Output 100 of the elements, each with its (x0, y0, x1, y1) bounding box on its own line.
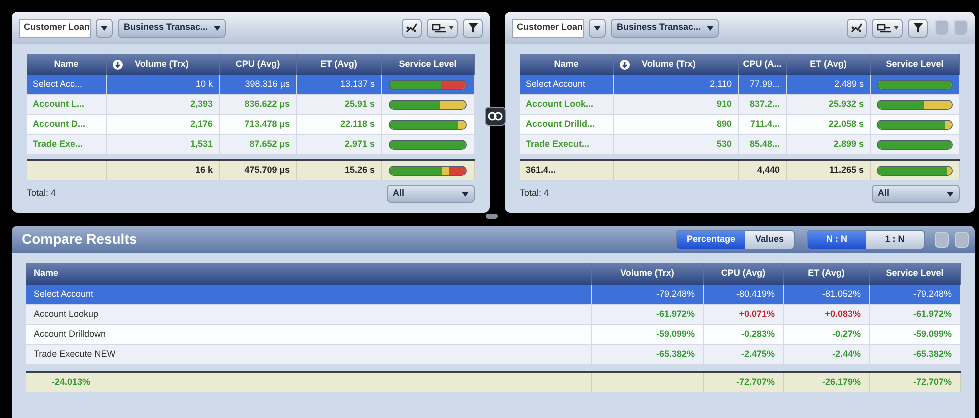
table-cell: -59.099% (592, 325, 704, 344)
table-cell: Account Drilld... (520, 115, 614, 134)
table-cell: Trade Execut... (520, 135, 614, 154)
caret-icon (448, 26, 454, 30)
table-row[interactable]: Account Drilldown -59.099% -0.283% -0.27% -59.099% (26, 325, 961, 345)
table-row[interactable]: Trade Exe... 1,531 87.652 µs 2.971 s (27, 135, 475, 155)
table-cell: 22.058 s (787, 115, 871, 134)
name-field[interactable]: Customer Loan (512, 18, 584, 38)
table-cell: +0.071% (704, 305, 784, 324)
table-cell: -0.283% (704, 325, 784, 344)
total-cell: 15.26 s (297, 161, 382, 180)
total-cell: -72.707% (870, 373, 961, 392)
total-cell: 475.709 µs (220, 161, 297, 180)
panel-title: Compare Results (22, 230, 138, 249)
total-cell: 4,440 (739, 161, 787, 180)
table-cell: -79.248% (592, 285, 704, 304)
table-cell: 25.932 s (787, 95, 871, 114)
resize-handle-icon[interactable] (486, 214, 498, 219)
total-cell: -24.013% (26, 373, 592, 392)
table-row[interactable]: Account D... 2,176 713.478 µs 22.118 s (27, 115, 475, 135)
caret-icon (214, 26, 222, 30)
chart-button[interactable] (847, 18, 867, 38)
table-row[interactable]: Trade Execute NEW -65.382% -2.475% -2.44% -65.382% (26, 345, 961, 365)
transaction-dropdown[interactable]: Business Transac... (611, 18, 720, 38)
table-cell: 10 k (107, 75, 220, 94)
table-cell: -0.27% (784, 325, 870, 344)
table-cell: 22.118 s (297, 115, 382, 134)
connection-menu-button[interactable] (427, 18, 458, 38)
table-cell: Account L... (27, 95, 107, 114)
table-row[interactable]: Select Account -79.248% -80.419% -81.052% -79.248% (26, 285, 961, 305)
table-cell: 13.137 s (297, 75, 382, 94)
table-cell: Trade Exe... (27, 135, 107, 154)
filter-button[interactable] (908, 18, 928, 38)
caret-icon (947, 192, 954, 196)
transaction-dropdown[interactable]: Business Transac... (118, 18, 226, 38)
toggle-button[interactable]: 1 : N (866, 230, 924, 248)
caret-icon (101, 26, 108, 30)
table-cell: 837.2... (739, 95, 787, 114)
table-row[interactable]: Account Lookup -61.972% +0.071% +0.083% -61.972% (26, 305, 961, 325)
table-cell: -61.972% (592, 305, 704, 324)
filter-dropdown[interactable]: All (872, 185, 960, 203)
table-cell: 713.478 µs (220, 115, 297, 134)
filter-icon (468, 22, 478, 34)
table-cell: -61.972% (870, 305, 961, 324)
table-row[interactable]: Select Account 2,110 77.99... 2.489 s (520, 75, 960, 95)
total-cell: -26.179% (784, 373, 870, 392)
table-cell: 2,393 (107, 95, 220, 114)
table-cell: Select Account (520, 75, 614, 94)
total-cell: -72.707% (704, 373, 784, 392)
table-cell: Account Lookup (26, 305, 592, 324)
table-cell: 530 (614, 135, 739, 154)
scatter-chart-icon (406, 23, 418, 33)
table-cell: 2.971 s (297, 135, 382, 154)
table-cell: 398.316 µs (220, 75, 297, 94)
table-cell: 2,176 (107, 115, 220, 134)
table-cell: -65.382% (870, 345, 961, 364)
table-cell: 25.91 s (297, 95, 382, 114)
table-cell: Select Acc... (27, 75, 107, 94)
table-cell: -65.382% (592, 345, 704, 364)
toggle-button[interactable]: Values (745, 230, 794, 248)
chart-button[interactable] (402, 18, 422, 38)
toggle-button[interactable]: N : N (808, 230, 866, 248)
table-cell: Trade Execute NEW (26, 345, 592, 364)
caret-icon (594, 26, 601, 30)
table-cell: 77.99... (739, 75, 787, 94)
table-cell: 910 (614, 95, 739, 114)
total-count: Total: 4 (27, 187, 56, 200)
toggle-button[interactable]: Percentage (676, 230, 746, 248)
filter-dropdown[interactable]: All (387, 185, 475, 203)
table-row[interactable]: Select Acc... 10 k 398.316 µs 13.137 s (27, 75, 475, 95)
total-cell: 361.4... (520, 161, 614, 180)
scatter-chart-icon (851, 23, 863, 33)
table-row[interactable]: Account Look... 910 837.2... 25.932 s (520, 95, 960, 115)
table-cell: 2.899 s (787, 135, 871, 154)
table-cell: -2.44% (784, 345, 870, 364)
table-cell: 85.48... (739, 135, 787, 154)
link-icon[interactable] (485, 107, 506, 126)
connection-menu-button[interactable] (872, 18, 903, 38)
table-cell: Account Drilldown (26, 325, 592, 344)
table-cell: 1,531 (107, 135, 220, 154)
table-cell: -59.099% (870, 325, 961, 344)
table-cell: 87.652 µs (220, 135, 297, 154)
dropdown-button[interactable] (589, 18, 606, 38)
dropdown-button[interactable] (96, 18, 113, 38)
total-count: Total: 4 (520, 187, 550, 200)
table-cell: 2.489 s (787, 75, 871, 94)
monitor-icon (876, 24, 890, 32)
table-row[interactable]: Trade Execut... 530 85.48... 2.899 s (520, 135, 960, 155)
table-cell: 890 (614, 115, 739, 134)
filter-icon (912, 22, 924, 34)
table-cell: 711.4... (739, 115, 787, 134)
name-field[interactable]: Customer Loan (19, 18, 91, 38)
filter-button[interactable] (463, 18, 483, 38)
table-cell: +0.083% (784, 305, 870, 324)
table-cell: -80.419% (704, 285, 784, 304)
table-cell: 2,110 (614, 75, 739, 94)
table-row[interactable]: Account Drilld... 890 711.4... 22.058 s (520, 115, 960, 135)
caret-icon (894, 26, 898, 30)
table-row[interactable]: Account L... 2,393 836.622 µs 25.91 s (27, 95, 475, 115)
table-cell: -81.052% (784, 285, 870, 304)
